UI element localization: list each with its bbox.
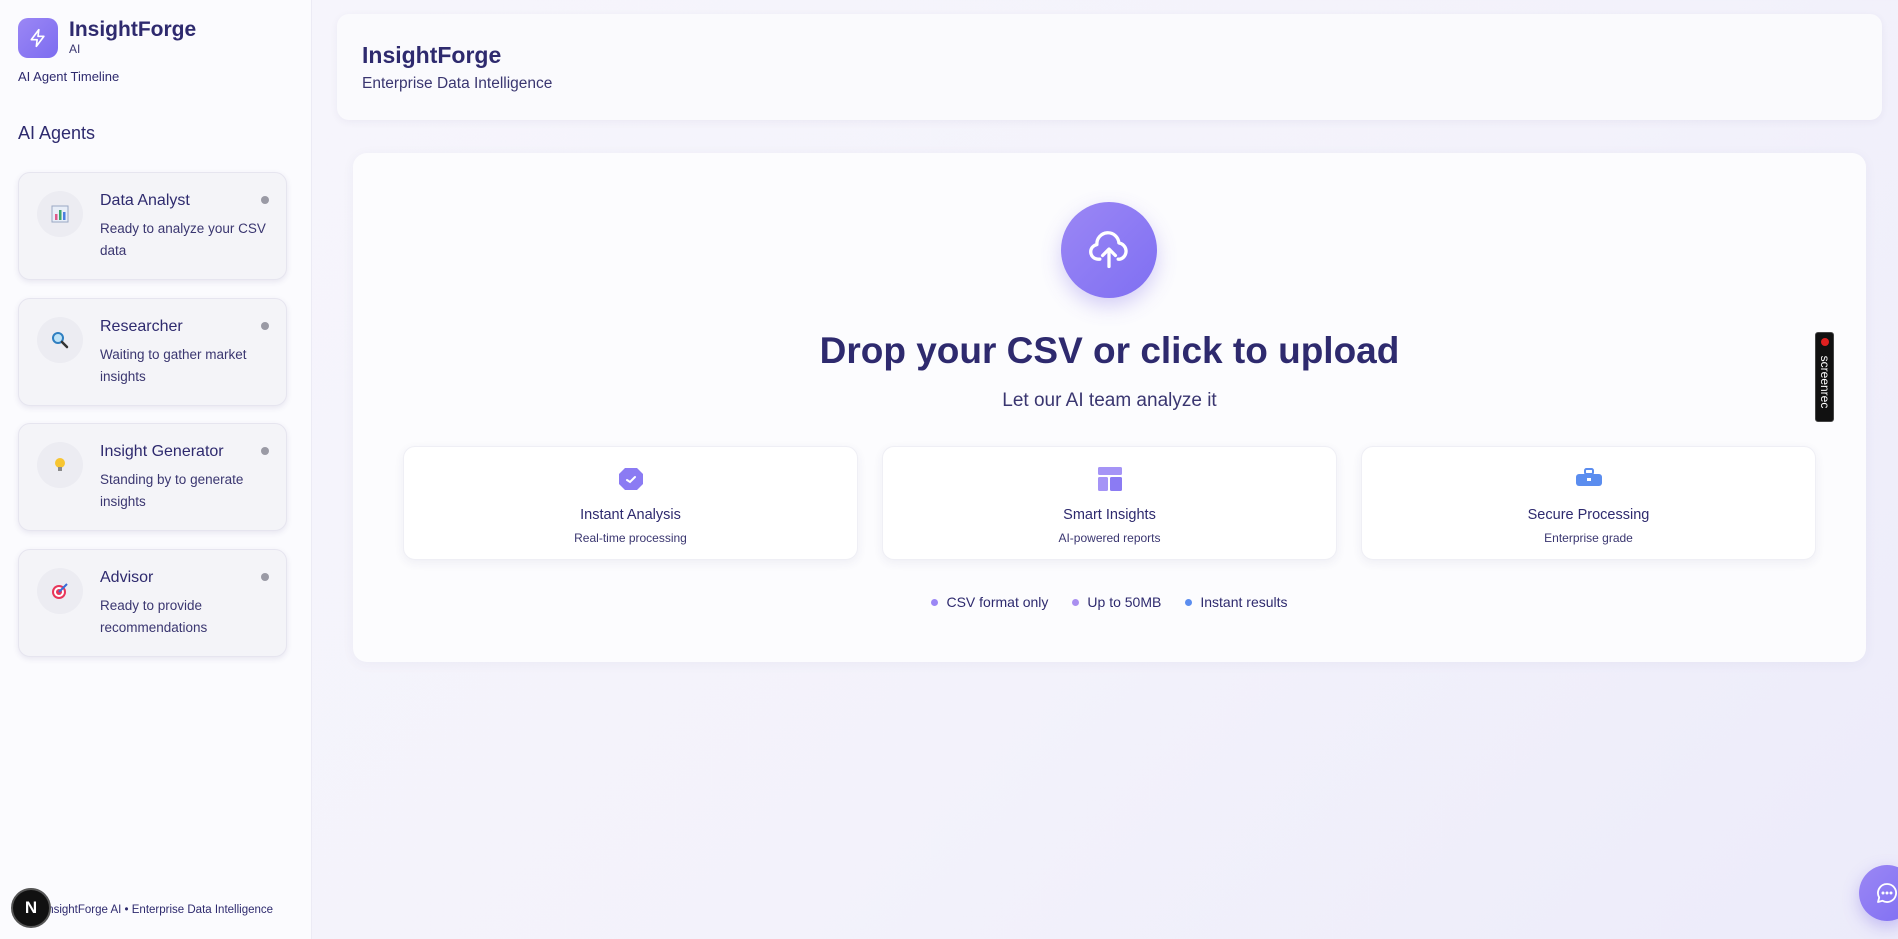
brand[interactable]: InsightForge AI (18, 18, 196, 58)
agent-card-insight-generator[interactable]: Insight Generator Standing by to generat… (18, 423, 287, 531)
gauge-icon (617, 465, 645, 493)
screenrec-tab[interactable]: screenrec (1815, 332, 1834, 422)
feature-subtitle: Enterprise grade (1544, 531, 1633, 545)
record-icon (1821, 338, 1829, 346)
dev-badge[interactable]: N (11, 888, 51, 928)
chat-bubble-icon (1877, 883, 1897, 903)
timeline-label: AI Agent Timeline (18, 69, 120, 84)
feature-subtitle: AI-powered reports (1058, 531, 1161, 545)
lightbulb-icon (37, 442, 83, 488)
layout-icon (1096, 465, 1124, 493)
requirement-chip: Up to 50MB (1072, 594, 1161, 610)
agent-card-advisor[interactable]: Advisor Ready to provide recommendations (18, 549, 287, 657)
requirement-chip: CSV format only (931, 594, 1048, 610)
brand-sub: AI (69, 42, 81, 56)
briefcase-icon (1575, 465, 1603, 493)
screenrec-label: screenrec (1818, 355, 1832, 409)
magnifier-icon (37, 317, 83, 363)
feature-title: Instant Analysis (580, 507, 681, 523)
feature-card-smart-insights: Smart Insights AI-powered reports (882, 446, 1337, 560)
agent-card-data-analyst[interactable]: Data Analyst Ready to analyze your CSV d… (18, 172, 287, 280)
upload-title: Drop your CSV or click to upload (819, 330, 1400, 371)
agents-heading: AI Agents (18, 123, 96, 143)
upload-dropzone[interactable]: Drop your CSV or click to upload Let our… (353, 153, 1866, 662)
status-dot (261, 322, 269, 330)
upload-subtitle: Let our AI team analyze it (1002, 390, 1217, 411)
page-title: InsightForge (362, 42, 502, 68)
feature-subtitle: Real-time processing (574, 531, 687, 545)
agent-name: Data Analyst (100, 192, 190, 209)
agent-card-researcher[interactable]: Researcher Waiting to gather market insi… (18, 298, 287, 406)
requirement-label: Up to 50MB (1087, 594, 1162, 610)
cloud-upload-icon[interactable] (1061, 202, 1157, 298)
chart-icon (37, 191, 83, 237)
agent-name: Researcher (100, 318, 183, 335)
agent-status: Waiting to gather market insights (100, 347, 247, 384)
chat-button[interactable] (1859, 865, 1898, 921)
agent-status: Standing by to generate insights (100, 472, 244, 509)
status-dot (261, 196, 269, 204)
page-subtitle: Enterprise Data Intelligence (362, 75, 553, 92)
feature-title: Secure Processing (1527, 507, 1650, 523)
status-dot (261, 573, 269, 581)
sidebar: InsightForge AI AI Agent Timeline AI Age… (0, 0, 312, 939)
bullet-icon (1185, 598, 1193, 606)
agent-name: Insight Generator (100, 443, 224, 460)
agent-status: Ready to analyze your CSV data (100, 221, 266, 258)
lightning-icon (18, 18, 58, 58)
feature-title: Smart Insights (1063, 507, 1156, 523)
brand-name: InsightForge (69, 18, 197, 41)
requirement-label: Instant results (1200, 594, 1288, 610)
bullet-icon (1072, 598, 1080, 606)
agent-status: Ready to provide recommendations (100, 598, 208, 635)
requirement-label: CSV format only (946, 594, 1049, 610)
target-icon (37, 568, 83, 614)
feature-card-secure-processing: Secure Processing Enterprise grade (1361, 446, 1816, 560)
status-dot (261, 447, 269, 455)
feature-card-instant-analysis: Instant Analysis Real-time processing (403, 446, 858, 560)
agent-name: Advisor (100, 569, 154, 586)
sidebar-footer: InsightForge AI • Enterprise Data Intell… (44, 904, 274, 916)
bullet-icon (931, 598, 939, 606)
upload-requirements: CSV format only Up to 50MB Instant resul… (353, 594, 1866, 610)
page-header: InsightForge Enterprise Data Intelligenc… (337, 14, 1882, 120)
requirement-chip: Instant results (1185, 594, 1288, 610)
